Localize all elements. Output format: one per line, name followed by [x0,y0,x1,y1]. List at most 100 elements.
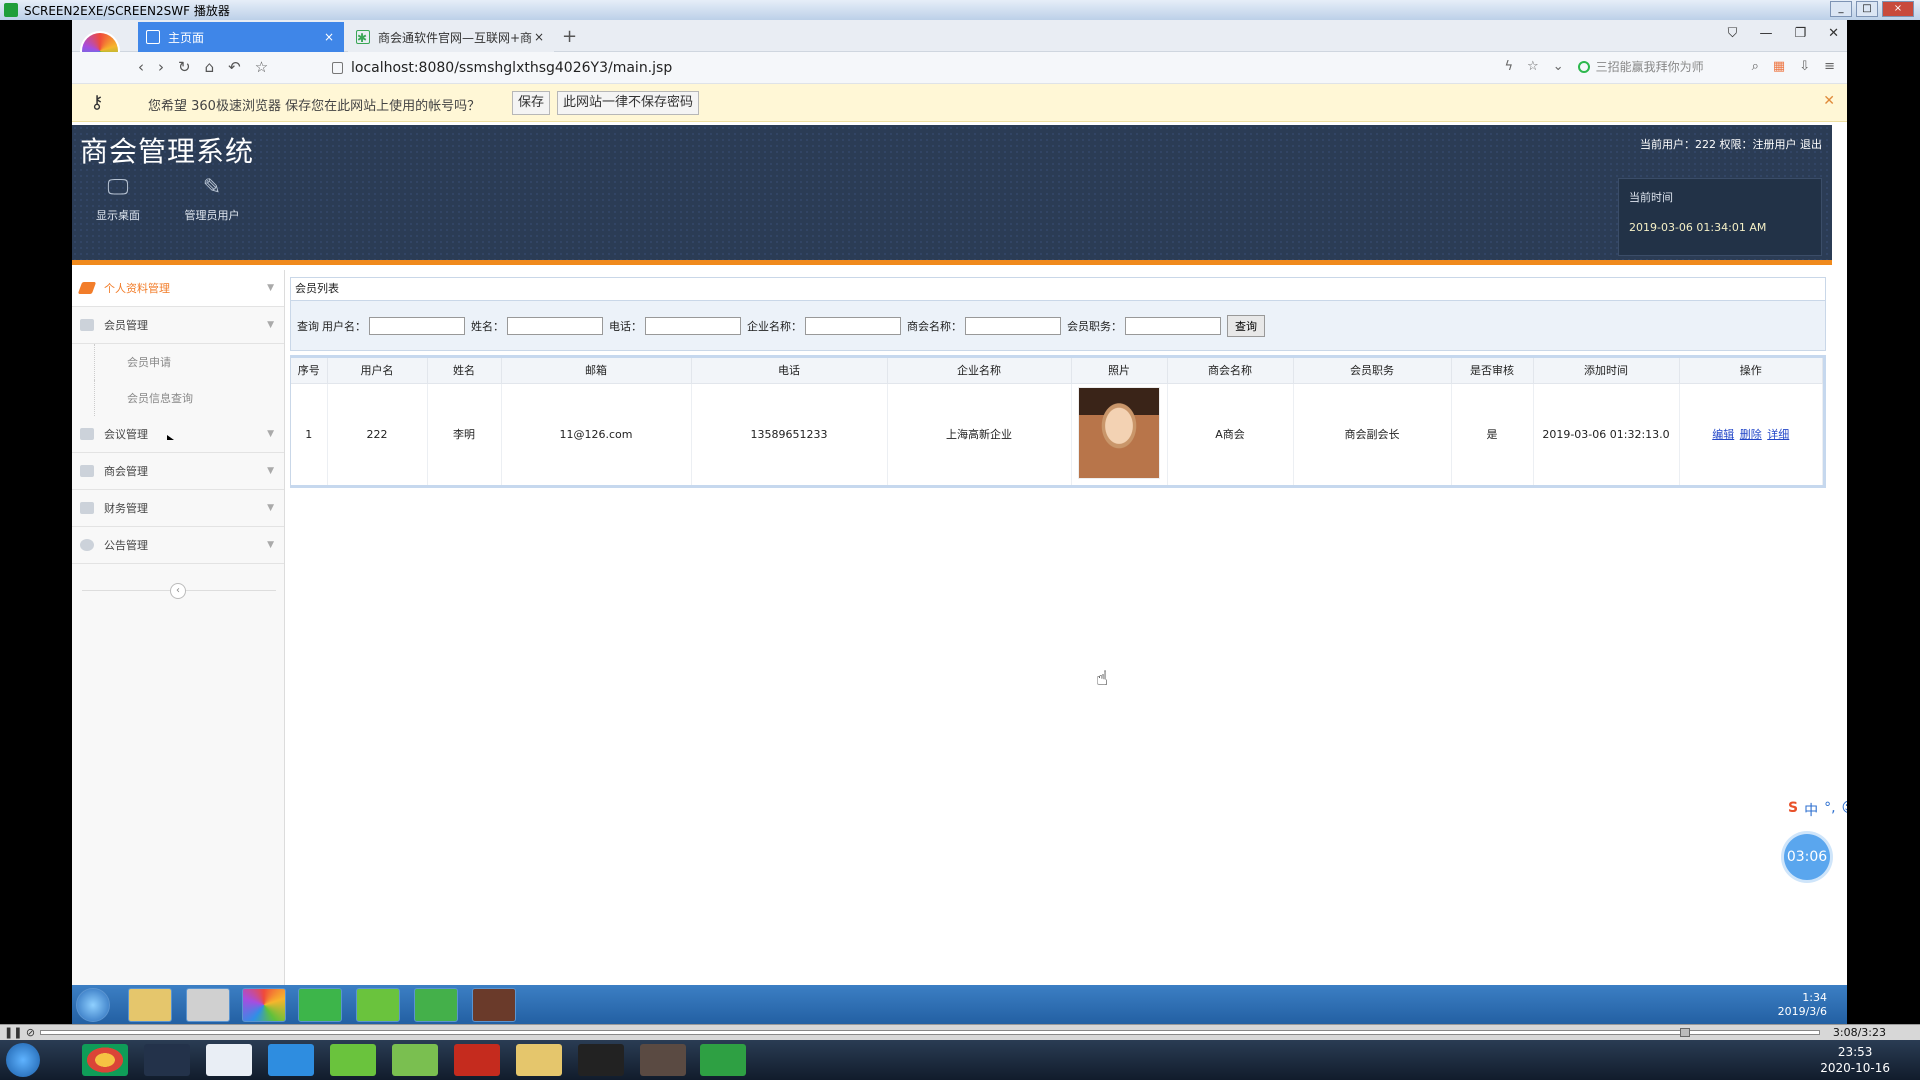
leaf-icon[interactable] [330,1044,376,1076]
people-icon[interactable] [206,1044,252,1076]
browser-360-icon[interactable] [242,988,286,1022]
qq-icon[interactable] [578,1044,624,1076]
chevron-down-icon[interactable]: ⌄ [1553,59,1564,74]
apps-grid-icon[interactable]: ▦ [1773,59,1785,74]
clock-value: 2019-03-06 01:34:01 AM [1629,221,1767,234]
media-player-icon[interactable] [186,988,230,1022]
position-input[interactable] [1125,316,1221,335]
undo-icon[interactable]: ↶ [228,58,241,76]
company-input[interactable] [805,316,901,335]
user-info[interactable]: 当前用户：222 权限：注册用户 退出 [1640,136,1822,152]
lightning-icon[interactable]: ϟ [1504,59,1513,74]
maximize-icon[interactable]: □ [1856,1,1878,17]
folder-icon[interactable] [128,988,172,1022]
close-icon[interactable]: ✕ [1828,26,1839,41]
minimize-icon[interactable]: — [1759,26,1772,41]
player-app-icon[interactable] [700,1044,746,1076]
current-time-box: 当前时间 2019-03-06 01:34:01 AM [1618,178,1822,256]
seek-knob[interactable] [1680,1028,1690,1037]
close-icon[interactable]: × [1882,1,1914,17]
monitor-icon: 🖵 [107,175,129,200]
ime-mode-icon[interactable]: 中 [1804,800,1818,820]
search-box[interactable]: 三招能赢我拜你为师 [1577,58,1738,75]
tab-close-icon[interactable]: × [532,30,546,44]
tab-official-site[interactable]: ✱ 商会通软件官网—互联网+商会 × [348,22,554,52]
tab-close-icon[interactable]: × [322,30,336,44]
chrome-icon[interactable] [82,1044,128,1076]
chevron-down-icon: ▼ [267,320,274,330]
sidebar: 个人资料管理 ▼ 会员管理 ▼ 会员申请 会员信息查询 会议管理 ▼ 商会管理 … [72,270,285,985]
sidebar-item-meetings[interactable]: 会议管理 ▼ [72,416,284,453]
query-button[interactable]: 查询 [1227,314,1265,337]
start-orb-icon[interactable] [76,988,110,1022]
sidebar-subitem-apply[interactable]: 会员申请 [94,344,284,380]
never-save-button[interactable]: 此网站一律不保存密码 [557,91,700,115]
home-icon[interactable]: ⌂ [205,58,215,76]
floating-timer[interactable]: 03:06 [1784,834,1830,880]
qq-browser-icon[interactable] [268,1044,314,1076]
url-field[interactable]: localhost:8080/ssmshglxthsg4026Y3/main.j… [332,58,672,78]
close-icon[interactable]: ✕ [1823,93,1835,109]
pause-icon[interactable]: ❚❚ ⊘ [4,1026,35,1039]
sidebar-item-profile[interactable]: 个人资料管理 ▼ [72,270,284,307]
field-label: 商会名称： [907,319,962,333]
cell-name: 李明 [427,383,502,485]
forward-icon[interactable]: › [158,58,164,76]
punctuation-icon[interactable]: °, [1824,800,1835,820]
show-desktop-button[interactable]: 🖵 显示桌面 [78,177,158,223]
address-right-tools: ϟ ☆ ⌄ 三招能赢我拜你为师 ⌕ ▦ ⇩ ≡ [1504,58,1835,75]
sidebar-item-members[interactable]: 会员管理 ▼ [72,307,284,344]
table-row: 1 222 李明 11@126.com 13589651233 上海高新企业 A… [291,383,1823,485]
flash-icon[interactable] [454,1044,500,1076]
delete-link[interactable]: 删除 [1740,428,1762,441]
sidebar-item-label: 财务管理 [104,502,148,515]
refresh-icon[interactable]: ↻ [178,58,191,76]
sidebar-item-finance[interactable]: 财务管理 ▼ [72,490,284,527]
edit-link[interactable]: 编辑 [1712,428,1734,441]
app-recorder-icon[interactable] [472,988,516,1022]
cell-username: 222 [327,383,428,485]
cell-chamber: A商会 [1167,383,1294,485]
sync-icon[interactable] [298,988,342,1022]
save-password-button[interactable]: 保存 [512,91,551,115]
chamber-input[interactable] [965,316,1061,335]
sidebar-item-chambers[interactable]: 商会管理 ▼ [72,453,284,490]
shirt-icon[interactable]: ⛉ [1728,26,1738,41]
toolbar-label: 显示桌面 [96,209,140,222]
username-input[interactable] [369,316,465,335]
col-header: 序号 [291,358,328,384]
admin-user-button[interactable]: ✎ 管理员用户 [172,177,252,223]
eclipse-icon[interactable] [144,1044,190,1076]
letterbox-right [1847,20,1920,1024]
leaf-icon[interactable] [356,988,400,1022]
player-titlebar: SCREEN2EXE/SCREEN2SWF 播放器 _ □ × [0,0,1920,20]
player-seekbar: ❚❚ ⊘ 3:08/3:23 [0,1024,1920,1040]
menu-icon[interactable]: ≡ [1824,59,1835,74]
download-icon[interactable]: ⇩ [1799,59,1810,74]
avatar-app-icon[interactable] [640,1044,686,1076]
favorite-icon[interactable]: ☆ [255,58,268,76]
name-input[interactable] [507,316,603,335]
cell-company: 上海高新企业 [887,383,1072,485]
phone-input[interactable] [645,316,741,335]
sidebar-subitem-query[interactable]: 会员信息查询 [94,380,284,416]
app-green-icon[interactable] [414,988,458,1022]
tab-main-page[interactable]: 主页面 × [138,22,344,52]
detail-link[interactable]: 详细 [1767,428,1789,441]
minimize-icon[interactable]: _ [1830,1,1852,17]
sidebar-item-notices[interactable]: 公告管理 ▼ [72,527,284,564]
restore-icon[interactable]: ❐ [1794,26,1806,41]
collapse-left-icon[interactable]: ‹ [170,583,186,599]
new-tab-icon[interactable]: + [562,26,577,47]
search-icon[interactable]: ⌕ [1752,59,1759,74]
sogou-icon[interactable]: S [1788,800,1798,820]
chevron-down-icon: ▼ [267,540,274,550]
start-orb-icon[interactable] [6,1043,40,1077]
emoji-icon[interactable]: ☺ [1842,800,1847,820]
back-icon[interactable]: ‹ [138,58,144,76]
bookmark-star-icon[interactable]: ☆ [1527,59,1539,74]
folder-icon[interactable] [516,1044,562,1076]
sheet-icon[interactable] [392,1044,438,1076]
letterbox-left [0,20,72,1024]
seek-track[interactable] [40,1030,1820,1035]
